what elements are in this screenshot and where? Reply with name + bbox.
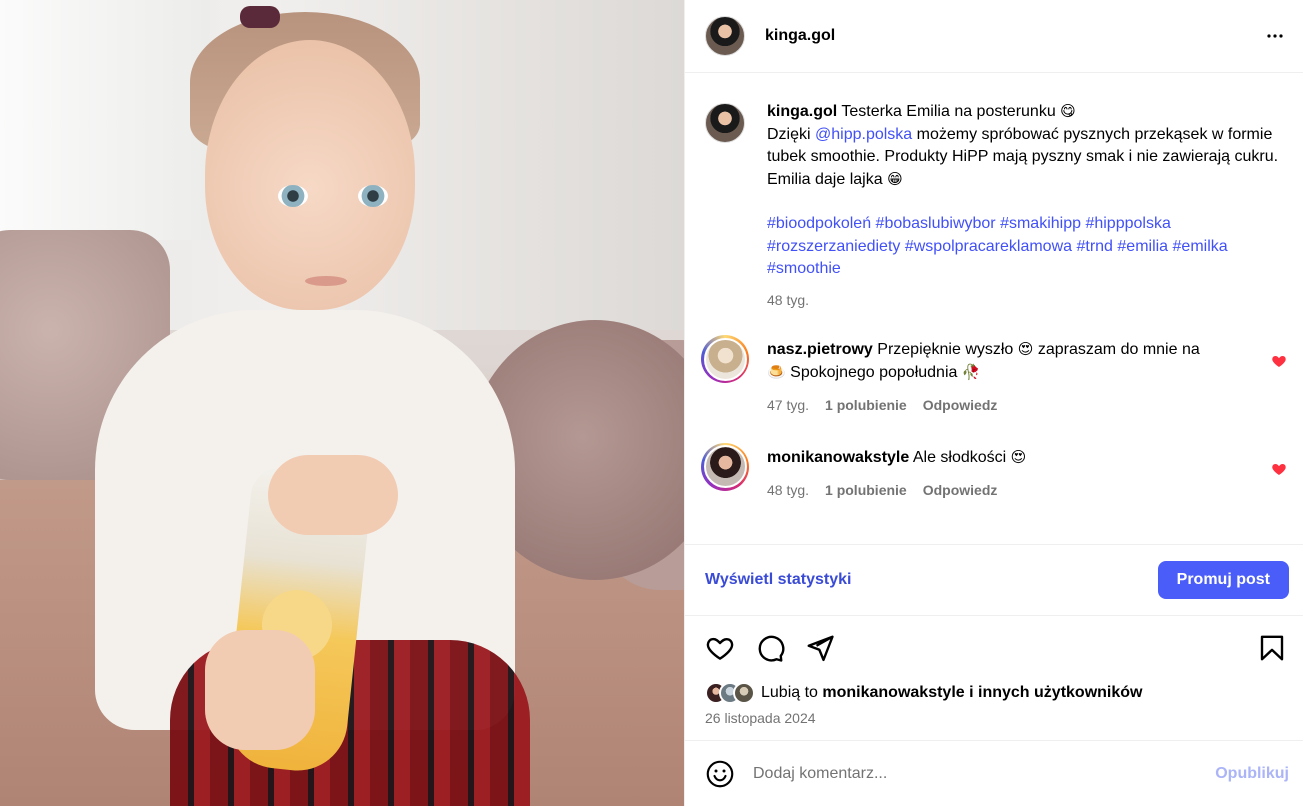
caption-line1: Testerka Emilia na posterunku [841, 103, 1056, 120]
comment-content: monikanowakstyle Ale słodkości 😍 48 tyg.… [767, 447, 1287, 502]
comment-emoji-heart-eyes: 😍 [1017, 341, 1034, 358]
comment-meta: 47 tyg. 1 polubienie Odpowiedz [767, 394, 1287, 417]
post-date[interactable]: 26 listopada 2024 [685, 706, 1303, 740]
caption-username[interactable]: kinga.gol [767, 103, 837, 120]
comment-text-c: Spokojnego popołudnia [790, 363, 958, 381]
comment-reply-button[interactable]: Odpowiedz [923, 394, 998, 417]
caption-entry: kinga.gol Testerka Emilia na posterunku … [705, 101, 1287, 311]
caption-hashtags[interactable]: #bioodpokoleń #bobaslubiwybor #smakihipp… [767, 213, 1287, 281]
comment-bubble-icon[interactable] [755, 633, 785, 663]
likes-suffix[interactable]: i innych użytkowników [969, 684, 1142, 702]
post-header: kinga.gol [685, 0, 1303, 73]
author-avatar[interactable] [705, 16, 745, 56]
likes-user[interactable]: monikanowakstyle [822, 684, 964, 702]
promote-post-button[interactable]: Promuj post [1157, 561, 1289, 599]
comment-input[interactable] [753, 764, 1216, 783]
add-comment-bar: Opublikuj [685, 740, 1303, 806]
comment-content: nasz.pietrowy Przepięknie wyszło 😍 zapra… [767, 339, 1287, 417]
commenter-avatar [703, 337, 747, 381]
comment-time[interactable]: 48 tyg. [767, 479, 809, 502]
publish-button[interactable]: Opublikuj [1215, 765, 1289, 783]
caption-thanks: Dzięki [767, 125, 811, 143]
comment-like-heart-icon[interactable] [1271, 353, 1287, 369]
instagram-post-modal: kinga.gol kinga.gol Testerka Emilia na p… [0, 0, 1303, 806]
caption-emoji-yum: 😋 [1060, 103, 1076, 120]
caption-meta: 48 tyg. [767, 289, 1287, 312]
post-actions [685, 616, 1303, 680]
comment-text-a: Przepięknie wyszło [877, 341, 1014, 358]
comment-text-a: Ale słodkości [912, 448, 1007, 466]
comment-avatar-ring[interactable] [701, 442, 749, 491]
comments-list[interactable]: kinga.gol Testerka Emilia na posterunku … [685, 73, 1303, 544]
photo-hair-clip [240, 6, 280, 28]
comment-likes-count[interactable]: 1 polubienie [825, 394, 907, 417]
liker-avatar [733, 682, 755, 704]
caption-avatar[interactable] [705, 103, 745, 143]
comment-username[interactable]: monikanowakstyle [767, 449, 909, 466]
photo-hand-top [268, 455, 398, 535]
comment-emoji-rose: 🥀 [961, 363, 981, 381]
like-heart-icon[interactable] [705, 633, 735, 663]
comment-meta: 48 tyg. 1 polubienie Odpowiedz [767, 479, 1287, 502]
insights-bar: Wyświetl statystyki Promuj post [685, 544, 1303, 616]
comment-item: nasz.pietrowy Przepięknie wyszło 😍 zapra… [701, 335, 1287, 417]
photo-hand-bottom [205, 630, 315, 750]
photo-child-head [205, 40, 415, 310]
comment-reply-button[interactable]: Odpowiedz [923, 479, 998, 502]
comment-emoji-heart-eyes: 😍 [1010, 448, 1027, 466]
comment-like-heart-icon[interactable] [1271, 461, 1287, 477]
caption-time[interactable]: 48 tyg. [767, 289, 809, 312]
comment-text-b: zapraszam do mnie na [1037, 341, 1200, 358]
comment-avatar-ring[interactable] [701, 335, 749, 383]
photo-eye-left [278, 185, 308, 207]
photo-mouth [305, 276, 347, 286]
more-dots-svg [1267, 34, 1283, 38]
share-send-icon[interactable] [805, 633, 835, 663]
emoji-picker-icon[interactable] [705, 759, 735, 789]
commenter-avatar [703, 445, 747, 488]
comment-time[interactable]: 47 tyg. [767, 394, 809, 417]
photo-eye-right [358, 185, 388, 207]
comment-likes-count[interactable]: 1 polubienie [825, 479, 907, 502]
save-bookmark-icon[interactable] [1257, 633, 1287, 663]
comment-emoji-pudding: 🍮 [767, 363, 786, 381]
comment-username[interactable]: nasz.pietrowy [767, 341, 873, 358]
more-options-icon[interactable] [1263, 24, 1287, 48]
post-photo[interactable] [0, 0, 684, 806]
author-username[interactable]: kinga.gol [765, 27, 835, 45]
caption-content: kinga.gol Testerka Emilia na posterunku … [767, 101, 1287, 311]
comment-item: monikanowakstyle Ale słodkości 😍 48 tyg.… [701, 442, 1287, 502]
post-side-panel: kinga.gol kinga.gol Testerka Emilia na p… [684, 0, 1303, 806]
view-insights-link[interactable]: Wyświetl statystyki [705, 571, 851, 589]
caption-emoji-grin: 😁 [887, 170, 903, 188]
photo-window-light [0, 0, 210, 240]
caption-mention-link[interactable]: @hipp.polska [815, 126, 912, 143]
likes-prefix: Lubią to [761, 684, 818, 701]
liker-avatars[interactable] [705, 682, 755, 704]
likes-summary: Lubią to monikanowakstyle i innych użytk… [685, 680, 1303, 706]
